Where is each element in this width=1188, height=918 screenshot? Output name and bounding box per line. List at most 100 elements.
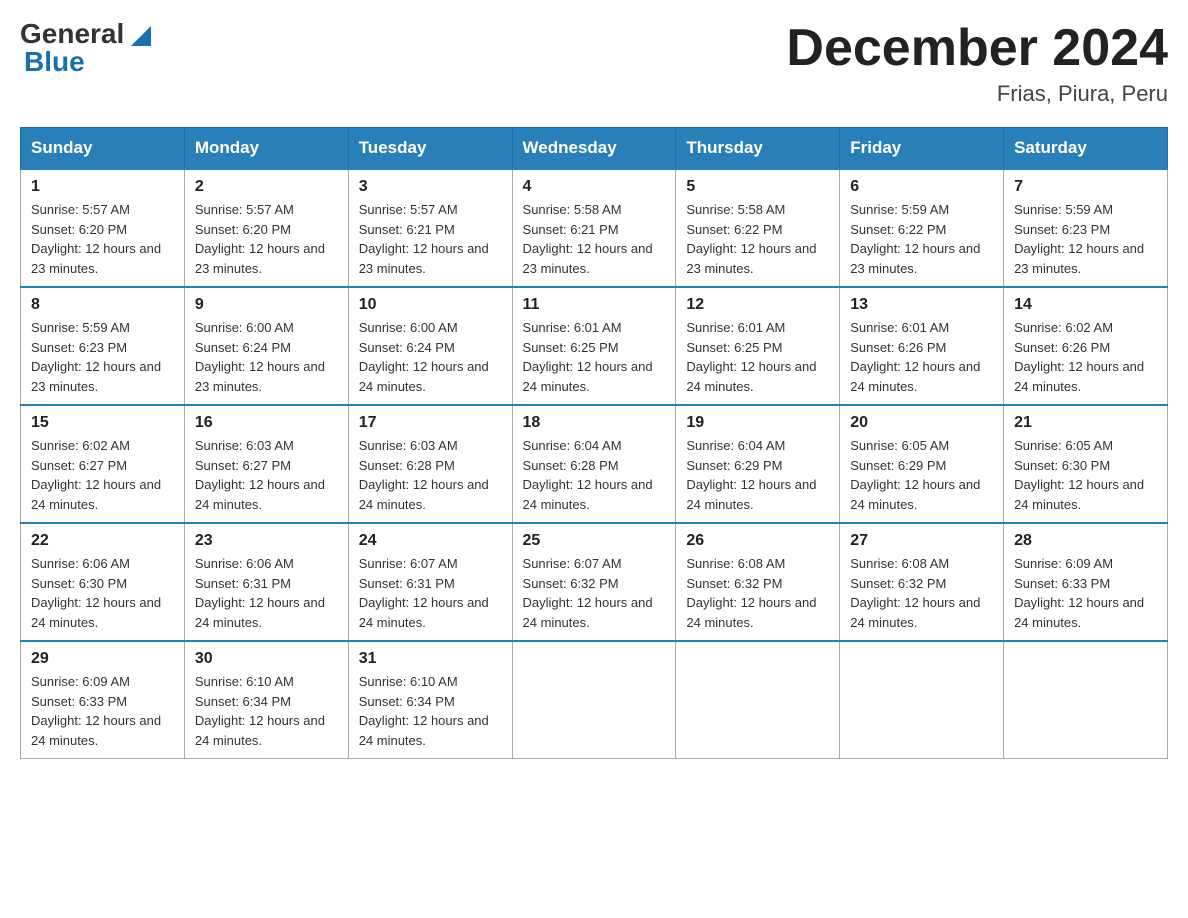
calendar-day-cell: 21 Sunrise: 6:05 AMSunset: 6:30 PMDayligh…	[1004, 405, 1168, 523]
calendar-week-row: 22 Sunrise: 6:06 AMSunset: 6:30 PMDayligh…	[21, 523, 1168, 641]
day-number: 5	[686, 178, 829, 196]
calendar-day-cell	[1004, 641, 1168, 759]
day-info: Sunrise: 6:01 AMSunset: 6:26 PMDaylight:…	[850, 318, 993, 396]
day-info: Sunrise: 6:09 AMSunset: 6:33 PMDaylight:…	[1014, 554, 1157, 632]
day-number: 23	[195, 532, 338, 550]
day-info: Sunrise: 6:05 AMSunset: 6:30 PMDaylight:…	[1014, 436, 1157, 514]
day-info: Sunrise: 5:59 AMSunset: 6:22 PMDaylight:…	[850, 200, 993, 278]
calendar-day-cell: 14 Sunrise: 6:02 AMSunset: 6:26 PMDayligh…	[1004, 287, 1168, 405]
calendar-header-row: SundayMondayTuesdayWednesdayThursdayFrid…	[21, 128, 1168, 170]
calendar-week-row: 15Sunrise: 6:02 AMSunset: 6:27 PMDayligh…	[21, 405, 1168, 523]
logo: General Blue	[20, 20, 156, 76]
calendar-day-cell: 13 Sunrise: 6:01 AMSunset: 6:26 PMDayligh…	[840, 287, 1004, 405]
calendar-day-cell: 2 Sunrise: 5:57 AMSunset: 6:20 PMDaylight…	[184, 169, 348, 287]
calendar-day-cell	[676, 641, 840, 759]
calendar-day-cell: 1Sunrise: 5:57 AMSunset: 6:20 PMDaylight…	[21, 169, 185, 287]
day-info: Sunrise: 6:03 AMSunset: 6:28 PMDaylight:…	[359, 436, 502, 514]
calendar-day-header: Saturday	[1004, 128, 1168, 170]
calendar-day-header: Wednesday	[512, 128, 676, 170]
day-number: 14	[1014, 296, 1157, 314]
day-info: Sunrise: 6:08 AMSunset: 6:32 PMDaylight:…	[850, 554, 993, 632]
day-number: 1	[31, 178, 174, 196]
calendar-day-header: Thursday	[676, 128, 840, 170]
calendar-day-cell: 26 Sunrise: 6:08 AMSunset: 6:32 PMDayligh…	[676, 523, 840, 641]
logo-triangle-icon	[126, 18, 156, 48]
calendar-day-header: Monday	[184, 128, 348, 170]
calendar-day-header: Friday	[840, 128, 1004, 170]
day-info: Sunrise: 6:00 AMSunset: 6:24 PMDaylight:…	[359, 318, 502, 396]
day-number: 10	[359, 296, 502, 314]
day-info: Sunrise: 6:04 AMSunset: 6:28 PMDaylight:…	[523, 436, 666, 514]
calendar-day-cell: 23 Sunrise: 6:06 AMSunset: 6:31 PMDayligh…	[184, 523, 348, 641]
location-subtitle: Frias, Piura, Peru	[786, 81, 1168, 107]
day-info: Sunrise: 6:00 AMSunset: 6:24 PMDaylight:…	[195, 318, 338, 396]
calendar-day-cell: 6 Sunrise: 5:59 AMSunset: 6:22 PMDaylight…	[840, 169, 1004, 287]
calendar-day-cell: 27 Sunrise: 6:08 AMSunset: 6:32 PMDayligh…	[840, 523, 1004, 641]
day-number: 31	[359, 650, 502, 668]
calendar-day-cell: 30 Sunrise: 6:10 AMSunset: 6:34 PMDayligh…	[184, 641, 348, 759]
day-number: 11	[523, 296, 666, 314]
day-info: Sunrise: 5:58 AMSunset: 6:21 PMDaylight:…	[523, 200, 666, 278]
calendar-week-row: 8Sunrise: 5:59 AMSunset: 6:23 PMDaylight…	[21, 287, 1168, 405]
day-info: Sunrise: 6:09 AMSunset: 6:33 PMDaylight:…	[31, 672, 174, 750]
calendar-day-cell: 28 Sunrise: 6:09 AMSunset: 6:33 PMDayligh…	[1004, 523, 1168, 641]
calendar-day-cell: 31 Sunrise: 6:10 AMSunset: 6:34 PMDayligh…	[348, 641, 512, 759]
day-number: 28	[1014, 532, 1157, 550]
calendar-week-row: 29 Sunrise: 6:09 AMSunset: 6:33 PMDayligh…	[21, 641, 1168, 759]
calendar-week-row: 1 Sunrise: 5:57 AMSunset: 6:20 PMDaylight…	[21, 169, 1168, 287]
calendar-day-cell: 25 Sunrise: 6:07 AMSunset: 6:32 PMDayligh…	[512, 523, 676, 641]
day-info: Sunrise: 6:07 AMSunset: 6:31 PMDaylight:…	[359, 554, 502, 632]
day-number: 29	[31, 650, 174, 668]
calendar-day-cell: 4 Sunrise: 5:58 AMSunset: 6:21 PMDaylight…	[512, 169, 676, 287]
day-number: 26	[686, 532, 829, 550]
day-number: 18	[523, 414, 666, 432]
title-block: December 2024 Frias, Piura, Peru	[786, 20, 1168, 107]
calendar-day-header: Tuesday	[348, 128, 512, 170]
calendar-day-cell: 3Sunrise: 5:57 AMSunset: 6:21 PMDaylight…	[348, 169, 512, 287]
day-number: 9	[195, 296, 338, 314]
day-number: 20	[850, 414, 993, 432]
calendar-day-cell: 15Sunrise: 6:02 AMSunset: 6:27 PMDayligh…	[21, 405, 185, 523]
day-info: Sunrise: 6:06 AMSunset: 6:31 PMDaylight:…	[195, 554, 338, 632]
day-info: Sunrise: 6:03 AMSunset: 6:27 PMDaylight:…	[195, 436, 338, 514]
day-info: Sunrise: 6:07 AMSunset: 6:32 PMDaylight:…	[523, 554, 666, 632]
day-number: 13	[850, 296, 993, 314]
day-info: Sunrise: 6:06 AMSunset: 6:30 PMDaylight:…	[31, 554, 174, 632]
calendar-day-cell	[840, 641, 1004, 759]
calendar-day-cell: 18 Sunrise: 6:04 AMSunset: 6:28 PMDayligh…	[512, 405, 676, 523]
day-number: 4	[523, 178, 666, 196]
calendar-day-cell: 7 Sunrise: 5:59 AMSunset: 6:23 PMDaylight…	[1004, 169, 1168, 287]
day-info: Sunrise: 6:02 AMSunset: 6:27 PMDaylight:…	[31, 436, 174, 514]
calendar-table: SundayMondayTuesdayWednesdayThursdayFrid…	[20, 127, 1168, 759]
day-number: 24	[359, 532, 502, 550]
day-info: Sunrise: 5:57 AMSunset: 6:20 PMDaylight:…	[195, 200, 338, 278]
day-info: Sunrise: 6:04 AMSunset: 6:29 PMDaylight:…	[686, 436, 829, 514]
day-number: 7	[1014, 178, 1157, 196]
day-info: Sunrise: 6:10 AMSunset: 6:34 PMDaylight:…	[195, 672, 338, 750]
month-title: December 2024	[786, 20, 1168, 77]
day-number: 8	[31, 296, 174, 314]
calendar-day-cell: 8Sunrise: 5:59 AMSunset: 6:23 PMDaylight…	[21, 287, 185, 405]
day-info: Sunrise: 6:01 AMSunset: 6:25 PMDaylight:…	[523, 318, 666, 396]
day-number: 25	[523, 532, 666, 550]
calendar-day-header: Sunday	[21, 128, 185, 170]
day-number: 30	[195, 650, 338, 668]
day-info: Sunrise: 6:01 AMSunset: 6:25 PMDaylight:…	[686, 318, 829, 396]
calendar-day-cell: 24 Sunrise: 6:07 AMSunset: 6:31 PMDayligh…	[348, 523, 512, 641]
calendar-day-cell: 5Sunrise: 5:58 AMSunset: 6:22 PMDaylight…	[676, 169, 840, 287]
day-info: Sunrise: 6:08 AMSunset: 6:32 PMDaylight:…	[686, 554, 829, 632]
day-number: 6	[850, 178, 993, 196]
calendar-day-cell: 19 Sunrise: 6:04 AMSunset: 6:29 PMDayligh…	[676, 405, 840, 523]
calendar-day-cell: 16Sunrise: 6:03 AMSunset: 6:27 PMDayligh…	[184, 405, 348, 523]
day-info: Sunrise: 6:02 AMSunset: 6:26 PMDaylight:…	[1014, 318, 1157, 396]
logo-blue-text: Blue	[20, 48, 156, 76]
calendar-day-cell: 22 Sunrise: 6:06 AMSunset: 6:30 PMDayligh…	[21, 523, 185, 641]
day-number: 2	[195, 178, 338, 196]
day-info: Sunrise: 6:10 AMSunset: 6:34 PMDaylight:…	[359, 672, 502, 750]
day-number: 27	[850, 532, 993, 550]
day-number: 22	[31, 532, 174, 550]
day-number: 19	[686, 414, 829, 432]
day-info: Sunrise: 5:59 AMSunset: 6:23 PMDaylight:…	[1014, 200, 1157, 278]
day-number: 21	[1014, 414, 1157, 432]
day-number: 12	[686, 296, 829, 314]
